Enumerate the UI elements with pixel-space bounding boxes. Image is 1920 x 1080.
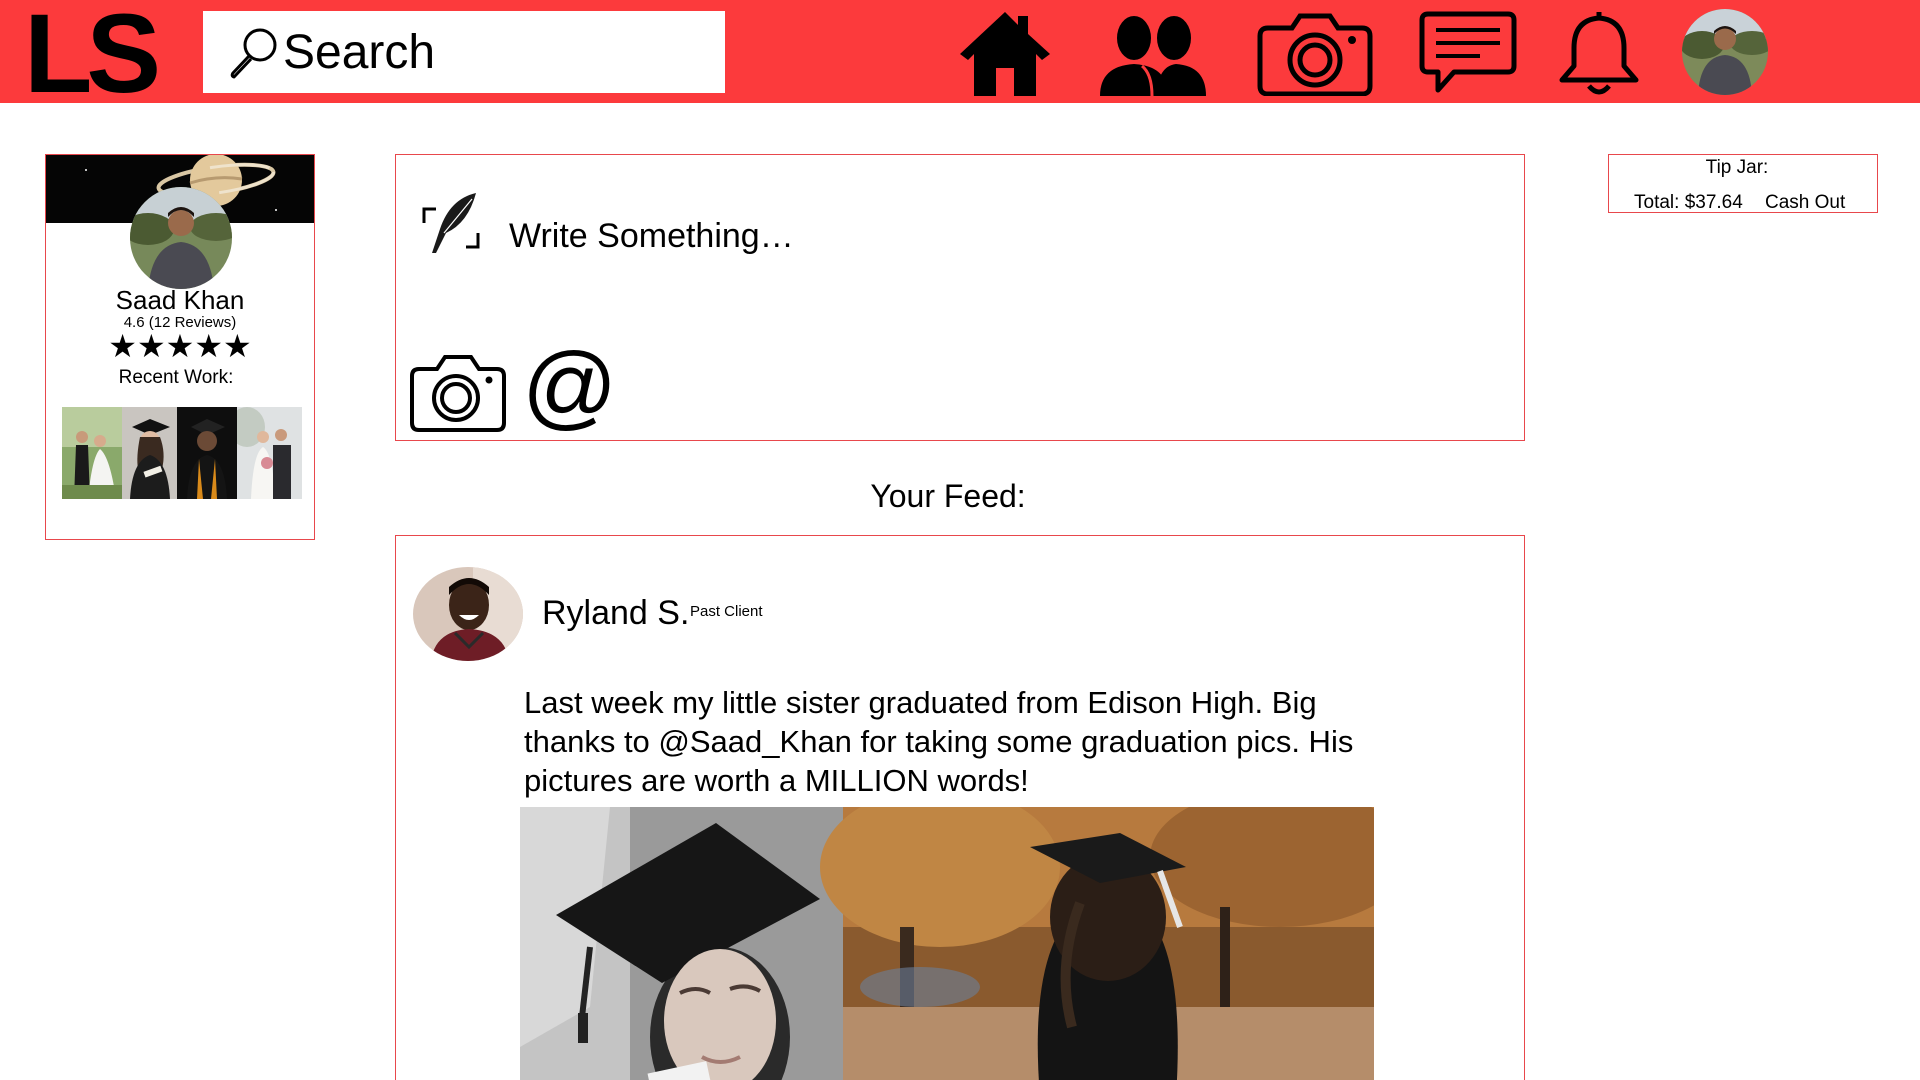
- user-avatar[interactable]: [1682, 9, 1768, 95]
- post-text: Last week my little sister graduated fro…: [524, 685, 1354, 798]
- recent-work-couple-photo[interactable]: [237, 407, 302, 499]
- feed-title: Your Feed:: [870, 478, 1026, 514]
- search-box[interactable]: [203, 11, 725, 93]
- post-photos[interactable]: [520, 807, 1374, 1080]
- top-navigation-bar: LS: [0, 0, 1920, 110]
- recent-work-graduation-photo-2[interactable]: [177, 407, 237, 499]
- compose-placeholder[interactable]: Write Something…: [509, 217, 794, 256]
- star-icons: ★★★★★: [108, 328, 252, 364]
- post-author-avatar[interactable]: [413, 567, 523, 661]
- post-composer[interactable]: Write Something… @: [395, 154, 1525, 441]
- tip-jar-title: Tip Jar:: [1705, 157, 1769, 178]
- star-rating: ★★★★★: [46, 328, 314, 364]
- home-icon[interactable]: [958, 8, 1052, 96]
- tip-jar-total: Total: $37.64: [1634, 192, 1743, 213]
- quill-icon: [422, 193, 480, 253]
- recent-work-gallery[interactable]: [62, 407, 302, 499]
- tip-jar-panel: Tip Jar: Total: $37.64 Cash Out: [1608, 154, 1878, 213]
- app-logo[interactable]: LS: [24, 0, 161, 110]
- search-icon: [230, 28, 277, 79]
- post-author-name[interactable]: Ryland S.: [542, 594, 689, 633]
- profile-card: Saad Khan 4.6 (12 Reviews) ★★★★★ Recent …: [45, 154, 315, 540]
- profile-avatar[interactable]: [130, 187, 232, 289]
- friends-icon[interactable]: [1096, 8, 1208, 96]
- cash-out-link[interactable]: Cash Out: [1765, 192, 1845, 214]
- messages-icon[interactable]: [1418, 8, 1518, 96]
- mention-icon[interactable]: @: [522, 339, 617, 433]
- recent-work-wedding-photo[interactable]: [62, 407, 122, 499]
- recent-work-label: Recent Work:: [118, 367, 234, 388]
- search-input[interactable]: [283, 21, 713, 83]
- recent-work-graduation-photo-1[interactable]: [122, 407, 177, 499]
- camera-icon[interactable]: [1256, 8, 1374, 96]
- profile-name[interactable]: Saad Khan: [46, 285, 314, 316]
- feed-post: Ryland S. Past Client Last week my littl…: [395, 535, 1525, 1080]
- post-author-role: Past Client: [690, 603, 763, 620]
- notifications-icon[interactable]: [1556, 8, 1642, 96]
- add-photo-icon[interactable]: [409, 353, 507, 433]
